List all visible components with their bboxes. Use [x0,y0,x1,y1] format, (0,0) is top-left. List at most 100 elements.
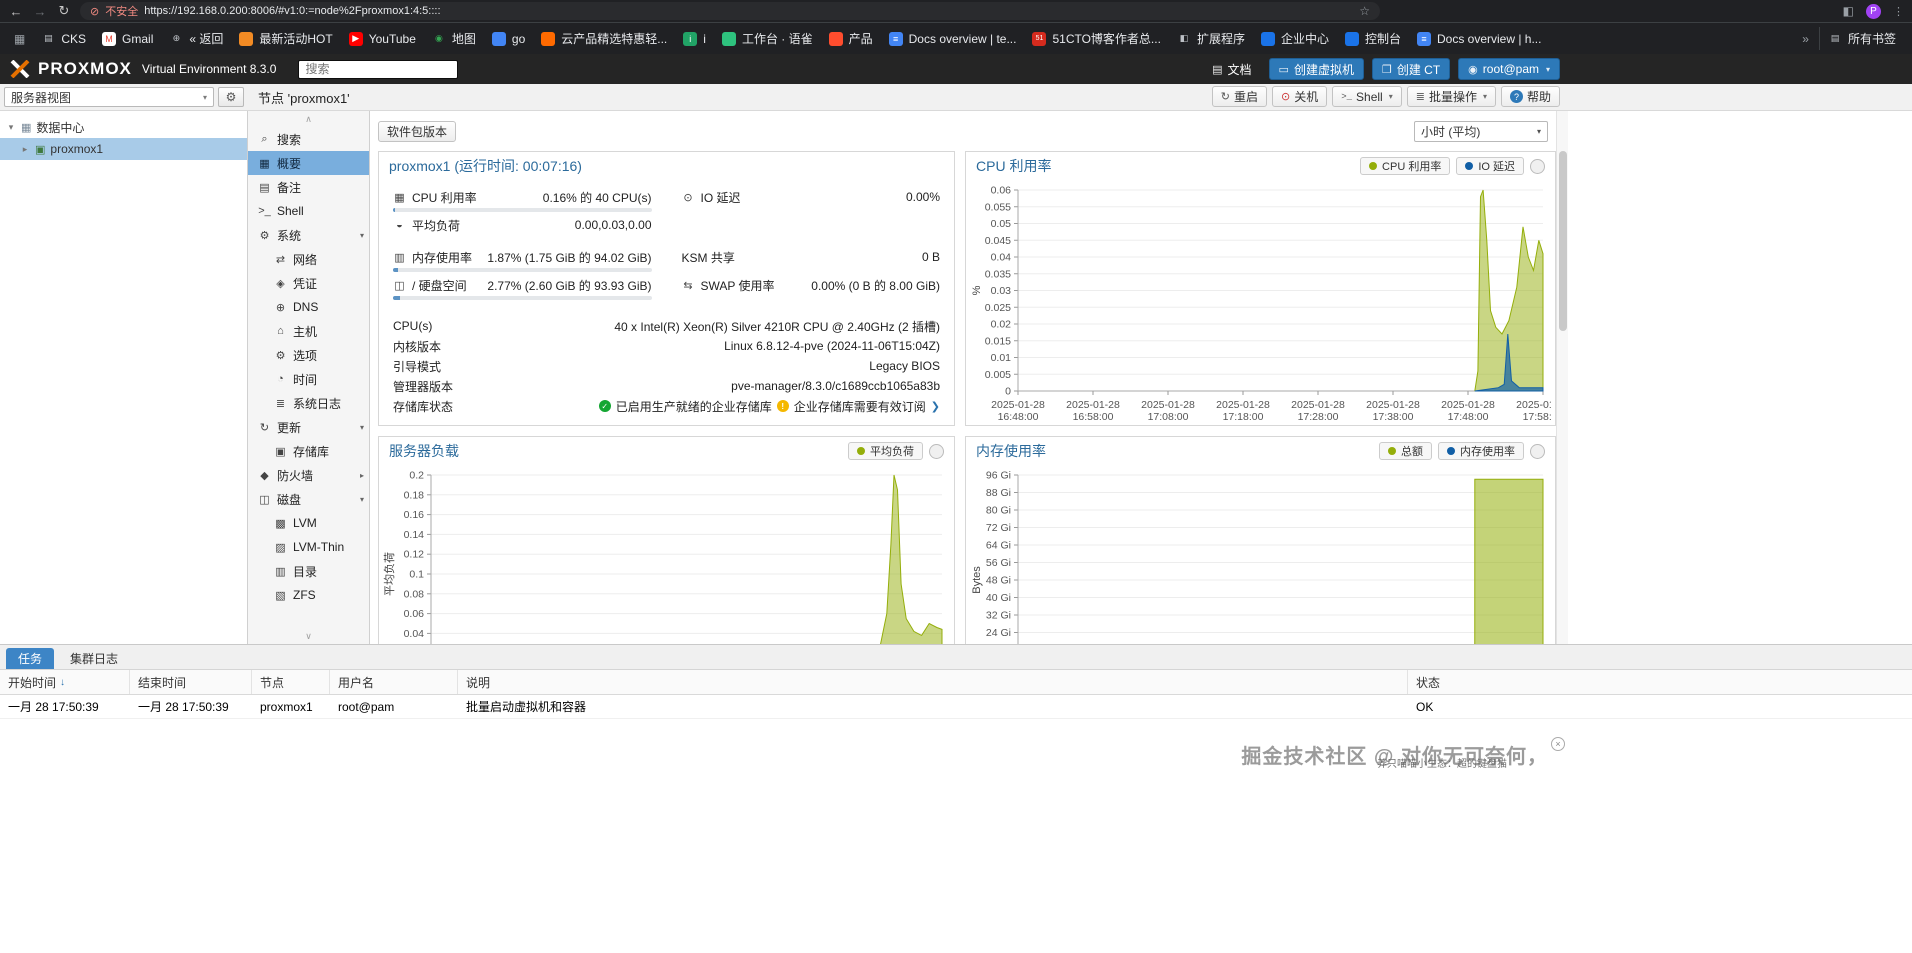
forward-icon[interactable]: → [32,4,48,19]
bookmark-item[interactable]: 最新活动HOT [231,27,340,50]
documentation-button[interactable]: ▤ 文档 [1203,58,1260,80]
table-row[interactable]: 一月 28 17:50:39 一月 28 17:50:39 proxmox1 root… [0,695,1912,719]
view-select[interactable]: 服务器视图 ▾ [4,87,214,107]
url-text[interactable]: https://192.168.0.200:8006/#v1:0:=node%2… [144,5,440,17]
scroll-up-icon[interactable]: ∧ [248,111,369,127]
profile-avatar[interactable]: P [1866,3,1881,19]
bookmark-item[interactable]: 51 51CTO博客作者总... [1024,27,1168,50]
column-header-结束时间[interactable]: 结束时间 [130,670,252,694]
back-icon[interactable]: ← [8,4,24,19]
create-ct-button[interactable]: ❒ 创建 CT [1371,58,1451,80]
menu-item-Shell[interactable]: >_ Shell [248,199,369,223]
bookmark-item[interactable]: ▤ CKS [33,29,94,49]
tree-item-datacenter[interactable]: ▾ ▦ 数据中心 [0,116,247,138]
gear-icon[interactable]: ⚙ [218,87,244,107]
panel-tool-icon[interactable] [929,443,944,459]
apps-grid-icon[interactable]: ▦ [8,32,31,46]
bookmark-star-icon[interactable]: ☆ [1359,4,1370,18]
metric-value: 0 B [921,250,940,264]
menu-item-搜索[interactable]: ⌕ 搜索 [248,127,369,151]
shell-button[interactable]: >_ Shell ▾ [1332,86,1402,107]
column-header-节点[interactable]: 节点 [252,670,330,694]
panel-tool-icon[interactable] [1530,443,1545,459]
column-header-开始时间[interactable]: 开始时间 ↓ [0,670,130,694]
extensions-icon[interactable]: ◧ [1843,4,1854,18]
bookmark-item[interactable]: ≡ Docs overview | h... [1409,29,1549,49]
bookmark-item[interactable]: 控制台 [1337,27,1409,50]
column-header-说明[interactable]: 说明 [458,670,1408,694]
package-versions-button[interactable]: 软件包版本 [378,120,457,142]
menu-item-更新[interactable]: ↻ 更新 ▾ [248,415,369,439]
bookmark-item[interactable]: 企业中心 [1253,27,1337,50]
user-menu-button[interactable]: ◉ root@pam ▾ [1458,58,1560,80]
menu-item-系统[interactable]: ⚙ 系统 ▾ [248,223,369,247]
bookmark-item[interactable]: ◉ 地图 [424,27,484,50]
menu-item-防火墙[interactable]: ◆ 防火墙 ▸ [248,463,369,487]
watermark-close-icon[interactable]: × [1551,737,1565,751]
bookmark-item[interactable]: M Gmail [94,29,161,49]
all-bookmarks-button[interactable]: ▤ 所有书签 [1818,27,1904,50]
omnibox[interactable]: ⊘ 不安全 https://192.168.0.200:8006/#v1:0:=… [80,2,1380,20]
svg-text:0.055: 0.055 [985,201,1011,213]
bulk-actions-button[interactable]: ≣ 批量操作 ▾ [1406,86,1496,107]
menu-item-LVM-Thin[interactable]: ▨ LVM-Thin [248,535,369,559]
svg-text:0: 0 [1005,386,1011,398]
menu-item-网络[interactable]: ⇄ 网络 [248,247,369,271]
bookmark-item[interactable]: ⊕ « 返回 [161,27,231,50]
scroll-down-icon[interactable]: ∨ [248,628,369,644]
security-warning-icon[interactable]: ⊘ [90,5,99,18]
bookmark-item[interactable]: 产品 [821,27,881,50]
chevron-down-icon[interactable]: ▾ [360,231,364,240]
bookmark-item[interactable]: ii [675,29,714,49]
bookmark-item[interactable]: 工作台 · 语雀 [714,27,821,50]
menu-item-目录[interactable]: ▥ 目录 [248,559,369,583]
scrollbar-thumb[interactable] [1559,151,1567,331]
chevron-right-icon[interactable]: ▸ [360,471,364,480]
global-search-input[interactable] [298,59,459,79]
column-header-状态[interactable]: 状态 [1408,670,1912,694]
chevron-down-icon[interactable]: ▾ [360,423,364,432]
header-actions: ▤ 文档 ▭ 创建虚拟机 ❒ 创建 CT ◉ root@pam ▾ [1203,58,1560,80]
legend-平均负荷[interactable]: 平均负荷 [848,442,923,460]
content-scrollbar[interactable] [1556,111,1568,644]
menu-item-备注[interactable]: ▤ 备注 [248,175,369,199]
bookmark-item[interactable]: go [484,29,533,49]
browser-menu-icon[interactable]: ⋮ [1893,5,1904,18]
restart-button[interactable]: ↻ 重启 [1211,86,1267,107]
menu-item-系统日志[interactable]: ≣ 系统日志 [248,391,369,415]
menu-item-磁盘[interactable]: ◫ 磁盘 ▾ [248,487,369,511]
chevron-right-icon[interactable]: ▸ [20,144,30,155]
menu-item-时间[interactable]: ◔ 时间 [248,367,369,391]
legend-总额[interactable]: 总额 [1379,442,1432,460]
tab-cluster-log[interactable]: 集群日志 [58,648,130,669]
bookmark-item[interactable]: ◧ 扩展程序 [1169,27,1253,50]
menu-item-凭证[interactable]: ◈ 凭证 [248,271,369,295]
menu-item-存储库[interactable]: ▣ 存储库 [248,439,369,463]
tab-tasks[interactable]: 任务 [6,648,55,669]
menu-item-LVM[interactable]: ▩ LVM [248,511,369,535]
reload-icon[interactable]: ↻ [56,3,72,19]
menu-item-主机[interactable]: ⌂ 主机 [248,319,369,343]
bookmark-item[interactable]: ▶ YouTube [341,29,424,49]
help-button[interactable]: ? 帮助 [1500,86,1560,107]
chevron-right-icon[interactable]: ❯ [931,400,940,413]
menu-item-ZFS[interactable]: ▧ ZFS [248,583,369,607]
legend-CPU 利用率[interactable]: CPU 利用率 [1360,157,1451,175]
tree-item-node[interactable]: ▸ ▣ proxmox1 [0,138,247,160]
legend-内存使用率[interactable]: 内存使用率 [1438,442,1524,460]
menu-item-概要[interactable]: ▦ 概要 [248,151,369,175]
create-vm-button[interactable]: ▭ 创建虚拟机 [1268,58,1364,80]
column-header-用户名[interactable]: 用户名 [330,670,458,694]
chevron-down-icon[interactable]: ▾ [360,495,364,504]
time-range-select[interactable]: 小时 (平均) ▾ [1414,120,1548,142]
chevron-down-icon[interactable]: ▾ [6,122,16,133]
menu-item-DNS[interactable]: ⊕ DNS [248,295,369,319]
security-label[interactable]: 不安全 [105,3,138,19]
bookmark-item[interactable]: ≡ Docs overview | te... [881,29,1025,49]
bookmark-item[interactable]: 云产品精选特惠轻... [533,27,675,50]
bookmarks-overflow-icon[interactable]: » [1794,32,1817,46]
panel-tool-icon[interactable] [1530,158,1545,174]
menu-item-选项[interactable]: ⚙ 选项 [248,343,369,367]
legend-IO 延迟[interactable]: IO 延迟 [1456,157,1524,175]
shutdown-button[interactable]: ⊙ 关机 [1271,86,1328,107]
